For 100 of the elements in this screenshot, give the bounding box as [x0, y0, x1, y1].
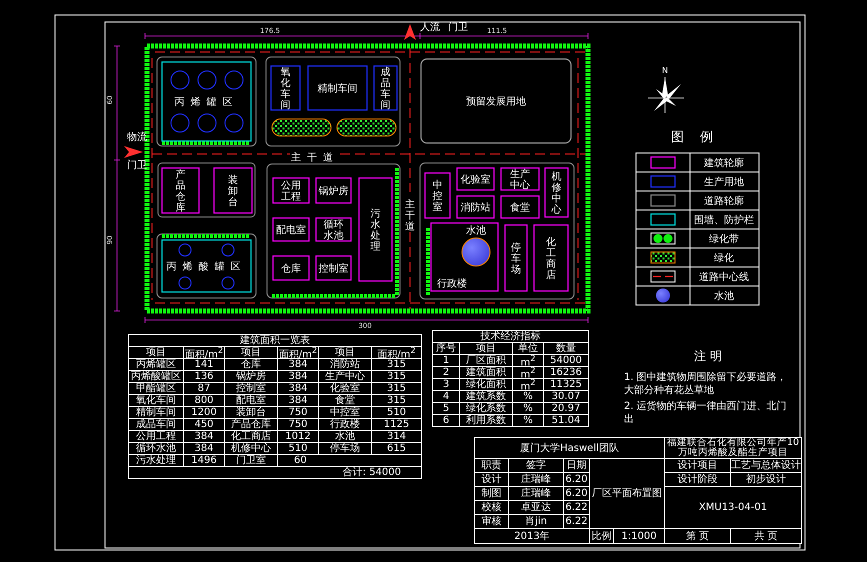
legend-label: 建筑轮廓 — [704, 158, 744, 169]
building-label: 配电室 — [276, 225, 306, 236]
table-cell: 行政楼 — [319, 419, 371, 430]
table-cell: 污水处理 — [129, 455, 183, 466]
field-value: 工艺与总体设计 — [731, 459, 801, 472]
field-value: 初步设计 — [731, 473, 801, 486]
table-cell: 30.07 — [544, 391, 588, 402]
column-header: 序号 — [433, 343, 459, 354]
table-cell: 化工商店 — [225, 431, 277, 442]
table-cell: 化验室 — [319, 383, 371, 394]
scale-value: 1:1000 — [614, 529, 664, 543]
table-cell: 6 — [433, 415, 459, 426]
table-cell: 消防站 — [319, 359, 371, 370]
building-outline — [272, 217, 310, 242]
building-outline — [456, 167, 495, 191]
signature-cell: 卓亚达 — [509, 501, 563, 514]
building-outline — [307, 65, 368, 111]
table-cell: 机修中心 — [225, 443, 277, 454]
legend-label: 围墙、防护栏 — [694, 215, 754, 226]
table-cell: m$^{2}$ — [513, 379, 543, 390]
building-outline — [456, 195, 495, 219]
column-header: 数量 — [544, 343, 588, 354]
building-outline — [213, 167, 253, 214]
note-text: 1. 图中建筑物周围除留下必要道路，大部分种有花丛草地 — [624, 371, 788, 397]
table-cell: 51.04 — [544, 415, 588, 426]
building-label: 水池 — [466, 226, 486, 236]
column-header: 项目 — [319, 347, 371, 358]
building-outline — [500, 195, 540, 219]
building-label: 消防站 — [460, 202, 490, 214]
date-cell: 6.20 — [564, 487, 589, 500]
table-cell: 循环水池 — [129, 443, 183, 454]
gate-arrow-icon — [404, 24, 416, 40]
table-cell: 11325 — [544, 379, 588, 390]
table-cell: 510 — [372, 407, 421, 418]
gate-label: 物流 — [127, 132, 147, 143]
table-cell: 800 — [184, 395, 224, 406]
table-cell: 中控室 — [319, 407, 371, 418]
table-cell: 16236 — [544, 367, 588, 378]
building-label: 产品仓库 — [176, 170, 186, 214]
building-label: 行政楼 — [437, 278, 467, 290]
table-cell: 750 — [278, 419, 318, 430]
table-cell: 产品仓库 — [225, 419, 277, 430]
table-cell: 1496 — [184, 455, 224, 466]
building-label: 装卸台 — [228, 175, 238, 208]
building-outline — [373, 65, 398, 111]
table-cell: % — [513, 415, 543, 426]
table-cell: 精制车间 — [129, 407, 183, 418]
pool-drawing — [462, 238, 490, 266]
table-cell: 384 — [278, 395, 318, 406]
role-cell: 审核 — [475, 515, 508, 528]
drawing-number: XMU13-04-01 — [665, 487, 801, 528]
table-cell: 丙烯酸罐区 — [129, 371, 183, 382]
table-cell: 锅炉房 — [225, 371, 277, 382]
legend-label: 道路中心线 — [699, 272, 749, 283]
building-outline — [504, 224, 528, 292]
table-cell: 停车场 — [319, 443, 371, 454]
legend-swatch — [656, 288, 670, 302]
guardhouse-label: 门卫 — [448, 22, 468, 33]
table-cell: 615 — [372, 443, 421, 454]
building-label: 污水处理 — [370, 208, 380, 252]
table-cell: 20.97 — [544, 403, 588, 414]
table-cell: 384 — [278, 359, 318, 370]
table-cell: 60 — [278, 455, 421, 466]
table-cell: 水池 — [319, 431, 371, 442]
table-cell: 54000 — [544, 355, 588, 366]
signature-cell: 庄瑞峰 — [509, 473, 563, 486]
table-cell: 2 — [433, 367, 459, 378]
notes-title: 注明 — [693, 348, 727, 365]
legend-label: 道路轮廓 — [704, 196, 744, 207]
column-header: 职责 — [475, 459, 508, 472]
legend-swatch — [650, 270, 676, 282]
building-outline — [500, 167, 540, 191]
greenery-drawing — [272, 118, 332, 136]
table-cell: 门卫室 — [225, 455, 277, 466]
table-cell: 750 — [278, 407, 318, 418]
table-cell: 1200 — [184, 407, 224, 418]
building-outline — [315, 177, 352, 204]
table-cell: 510 — [278, 443, 318, 454]
table-cell: 绿化系数 — [460, 403, 512, 414]
building-label: 化工商店 — [546, 237, 556, 281]
total-cell: 合计: 54000 — [129, 467, 421, 478]
guardhouse-label: 门卫 — [127, 160, 147, 171]
table-cell: 136 — [184, 371, 224, 382]
building-label: 丙烯酸罐区 — [166, 262, 246, 272]
building-label: 精制车间 — [318, 84, 358, 94]
team-name: 厦门大学Haswell团队 — [475, 438, 664, 458]
legend-label: 绿化 — [714, 253, 734, 264]
building-label: 公用工程 — [281, 180, 301, 202]
building-label: 生产中心 — [510, 169, 530, 191]
greenery-drawing — [336, 118, 396, 136]
table-cell: 公用工程 — [129, 431, 183, 442]
table-cell: 控制室 — [225, 383, 277, 394]
table-cell: 315 — [372, 395, 421, 406]
sheet-count: 共 页 — [731, 529, 801, 543]
table-cell: 配电室 — [225, 395, 277, 406]
table-cell: 1012 — [278, 431, 318, 442]
column-header: 单位 — [513, 343, 543, 354]
legend-swatch — [650, 156, 676, 169]
legend-swatch — [650, 194, 676, 207]
legend-label: 生产用地 — [704, 177, 744, 188]
